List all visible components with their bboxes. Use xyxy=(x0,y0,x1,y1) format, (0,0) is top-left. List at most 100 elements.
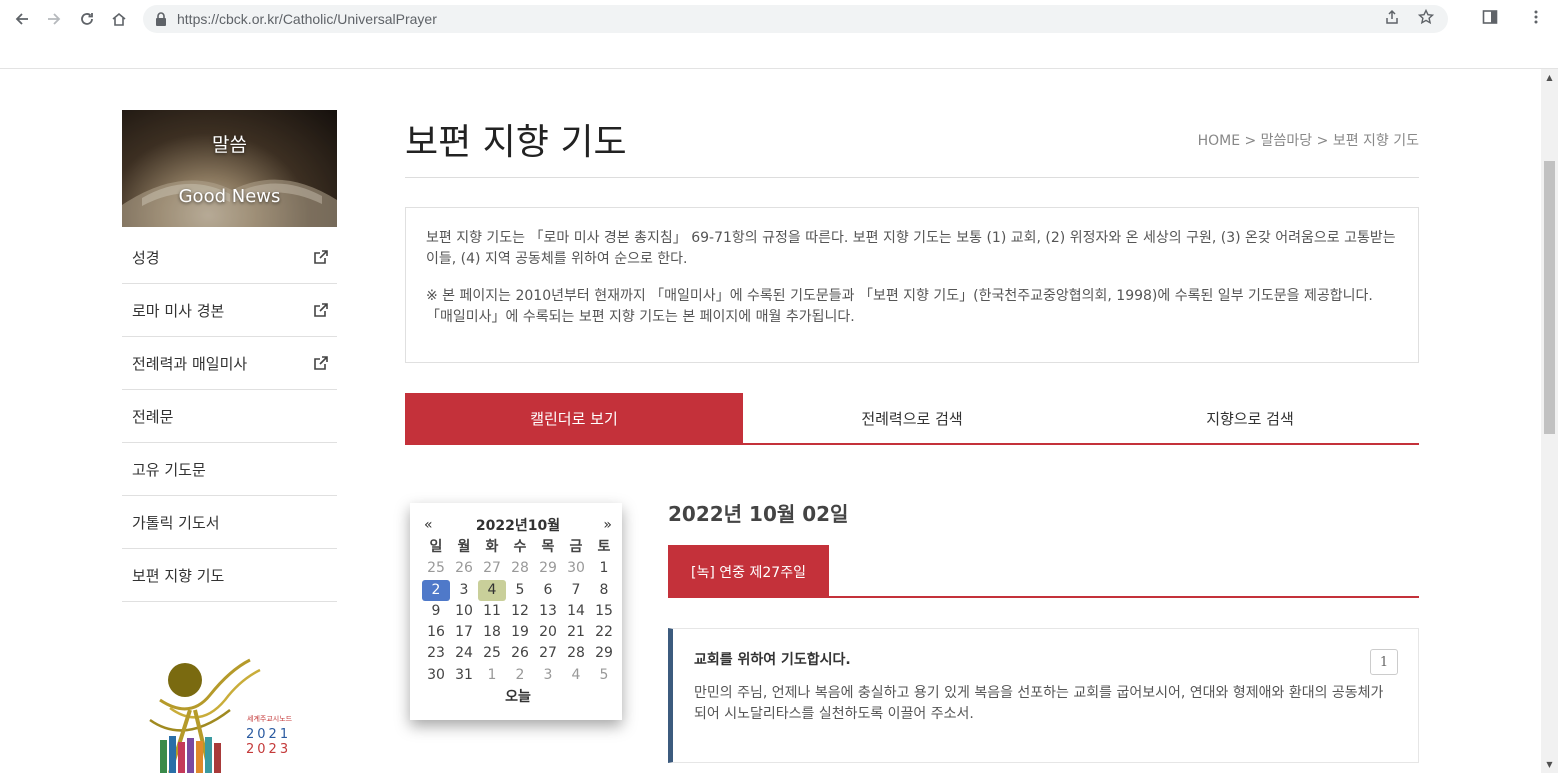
logo-year-start: 2021 xyxy=(246,727,291,742)
sidebar-item-liturgical-calendar[interactable]: 전례력과 매일미사 xyxy=(122,337,337,390)
side-panel-icon[interactable] xyxy=(1482,9,1498,30)
weekday-header: 월 xyxy=(457,539,471,555)
calendar-day[interactable]: 25 xyxy=(478,643,506,664)
share-icon[interactable] xyxy=(1384,9,1400,29)
scroll-up-icon[interactable]: ▲ xyxy=(1541,69,1558,86)
sidebar-item-label: 고유 기도문 xyxy=(132,460,206,479)
calendar-day[interactable]: 14 xyxy=(562,601,590,622)
info-box: 보편 지향 기도는 「로마 미사 경본 총지침」 69-71항의 규정을 따른다… xyxy=(405,207,1419,363)
calendar-day[interactable]: 30 xyxy=(422,665,450,686)
calendar-day[interactable]: 5 xyxy=(590,665,618,686)
calendar-day[interactable]: 24 xyxy=(450,643,478,664)
calendar-day[interactable]: 28 xyxy=(506,558,534,579)
calendar-day[interactable]: 27 xyxy=(478,558,506,579)
sidebar-item-label: 전례문 xyxy=(132,407,174,426)
sidebar-menu: 성경 로마 미사 경본 전례력과 매일미사 전례문 고유 기도문 가톨릭 기도서… xyxy=(122,231,337,602)
external-link-icon xyxy=(313,355,329,371)
calendar-day[interactable]: 18 xyxy=(478,622,506,643)
weekday-header: 화 xyxy=(485,539,499,555)
calendar-day[interactable]: 1 xyxy=(590,558,618,579)
calendar-day[interactable]: 27 xyxy=(534,643,562,664)
calendar-day[interactable]: 22 xyxy=(590,622,618,643)
calendar-day[interactable]: 25 xyxy=(422,558,450,579)
sidebar-item-bible[interactable]: 성경 xyxy=(122,231,337,284)
calendar-day[interactable]: 3 xyxy=(450,580,478,601)
sidebar-item-proper-prayers[interactable]: 고유 기도문 xyxy=(122,443,337,496)
logo-caption: 세계주교시노드 xyxy=(247,714,293,723)
calendar-day[interactable]: 9 xyxy=(422,601,450,622)
calendar-day[interactable]: 19 xyxy=(506,622,534,643)
lock-icon xyxy=(155,12,169,26)
calendar-grid: 일 월 화 수 목 금 토 25 26 27 28 29 30 1 2 3 4 5 6 7 8 9 10 11 12 13 14 15… xyxy=(422,537,614,686)
calendar-widget: « 2022년10월 » 일 월 화 수 목 금 토 25 26 27 28 29 30 1 2 3 4 5 6 7 8… xyxy=(410,503,622,720)
tab-calendar-view[interactable]: 캘린더로 보기 xyxy=(405,393,743,443)
calendar-day[interactable]: 20 xyxy=(534,622,562,643)
sidebar-item-universal-prayer[interactable]: 보편 지향 기도 xyxy=(122,549,337,602)
calendar-day[interactable]: 13 xyxy=(534,601,562,622)
breadcrumb: HOME > 말씀마당 > 보편 지향 기도 xyxy=(1197,133,1419,149)
calendar-day[interactable]: 26 xyxy=(506,643,534,664)
sidebar-item-label: 성경 xyxy=(132,248,160,267)
sidebar-banner: 말씀 Good News xyxy=(122,110,337,227)
page-title: 보편 지향 기도 xyxy=(405,122,627,163)
calendar-day[interactable]: 21 xyxy=(562,622,590,643)
prayer-card: 교회를 위하여 기도합시다. 만민의 주님, 언제나 복음에 충실하고 용기 있… xyxy=(668,628,1419,763)
calendar-day[interactable]: 28 xyxy=(562,643,590,664)
forward-arrow-icon[interactable] xyxy=(38,3,70,35)
next-month-button[interactable]: » xyxy=(603,517,612,533)
calendar-day[interactable]: 26 xyxy=(450,558,478,579)
bookmark-star-icon[interactable] xyxy=(1417,8,1435,29)
address-bar[interactable]: https://cbck.or.kr/Catholic/UniversalPra… xyxy=(143,5,1448,33)
sidebar-item-liturgical-texts[interactable]: 전례문 xyxy=(122,390,337,443)
tab-intention-search[interactable]: 지향으로 검색 xyxy=(1081,393,1419,443)
scrollbar-thumb[interactable] xyxy=(1544,161,1555,434)
sidebar-item-catholic-prayerbook[interactable]: 가톨릭 기도서 xyxy=(122,496,337,549)
sidebar-item-label: 전례력과 매일미사 xyxy=(132,354,248,373)
synod-logo[interactable]: 세계주교시노드 2021 2023 xyxy=(130,650,310,774)
calendar-day[interactable]: 2 xyxy=(422,579,450,601)
browser-toolbar: https://cbck.or.kr/Catholic/UniversalPra… xyxy=(0,0,1558,38)
calendar-day[interactable]: 23 xyxy=(422,643,450,664)
calendar-day[interactable]: 3 xyxy=(534,665,562,686)
site-header xyxy=(0,38,1558,69)
tab-liturgical-search[interactable]: 전례력으로 검색 xyxy=(743,393,1081,443)
calendar-day[interactable]: 2 xyxy=(506,665,534,686)
calendar-day[interactable]: 8 xyxy=(590,580,618,601)
prev-month-button[interactable]: « xyxy=(424,517,433,533)
title-divider xyxy=(405,177,1419,178)
weekday-header: 금 xyxy=(569,539,583,555)
more-menu-icon[interactable] xyxy=(1528,9,1544,30)
calendar-day[interactable]: 6 xyxy=(534,580,562,601)
calendar-day[interactable]: 31 xyxy=(450,665,478,686)
calendar-day[interactable]: 1 xyxy=(478,665,506,686)
back-arrow-icon[interactable] xyxy=(6,3,38,35)
prayer-title: 교회를 위하여 기도합시다. xyxy=(694,652,851,668)
view-tabs: 캘린더로 보기 전례력으로 검색 지향으로 검색 xyxy=(405,393,1419,445)
calendar-day[interactable]: 17 xyxy=(450,622,478,643)
calendar-day[interactable]: 4 xyxy=(478,579,506,601)
prayer-number-badge: 1 xyxy=(1370,649,1398,675)
reload-icon[interactable] xyxy=(71,3,103,35)
external-link-icon xyxy=(313,302,329,318)
tab-liturgical-week[interactable]: [녹] 연중 제27주일 xyxy=(668,545,829,598)
weekday-header: 일 xyxy=(429,539,443,555)
info-paragraph: ※ 본 페이지는 2010년부터 현재까지 「매일미사」에 수록된 기도문들과 … xyxy=(426,288,1373,325)
home-icon[interactable] xyxy=(103,3,135,35)
calendar-day[interactable]: 5 xyxy=(506,580,534,601)
selected-date-heading: 2022년 10월 02일 xyxy=(668,502,849,526)
calendar-day[interactable]: 29 xyxy=(534,558,562,579)
calendar-day[interactable]: 10 xyxy=(450,601,478,622)
today-button[interactable]: 오늘 xyxy=(422,686,614,706)
scroll-down-icon[interactable]: ▼ xyxy=(1541,756,1558,773)
calendar-day[interactable]: 12 xyxy=(506,601,534,622)
calendar-day[interactable]: 16 xyxy=(422,622,450,643)
calendar-day[interactable]: 11 xyxy=(478,601,506,622)
url-text: https://cbck.or.kr/Catholic/UniversalPra… xyxy=(177,11,437,27)
calendar-day[interactable]: 15 xyxy=(590,601,618,622)
calendar-day[interactable]: 29 xyxy=(590,643,618,664)
calendar-day[interactable]: 30 xyxy=(562,558,590,579)
calendar-day[interactable]: 7 xyxy=(562,580,590,601)
calendar-day[interactable]: 4 xyxy=(562,665,590,686)
sidebar-item-roman-missal[interactable]: 로마 미사 경본 xyxy=(122,284,337,337)
page-scrollbar[interactable]: ▲ ▼ xyxy=(1541,69,1558,773)
